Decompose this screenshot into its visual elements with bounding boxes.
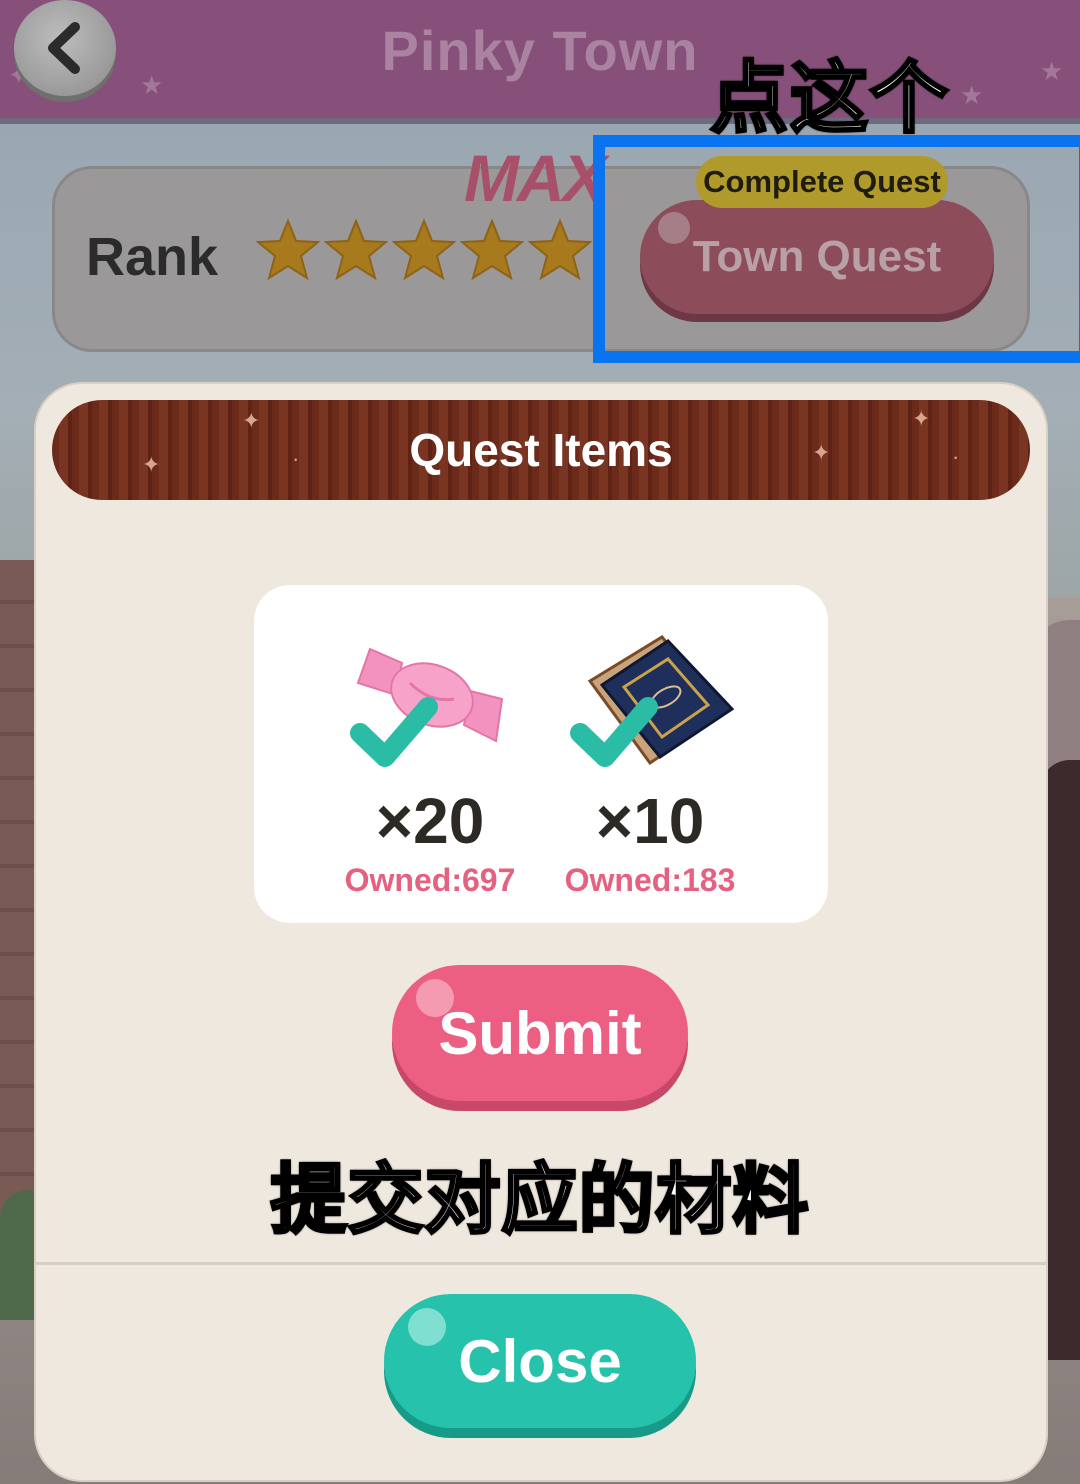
dialog-header: ✦ · ✦ ✦ ✦ · Quest Items: [52, 400, 1030, 500]
button-shine: [416, 979, 454, 1017]
annotation-highlight-box: [593, 135, 1080, 363]
quest-items-box: ×20 Owned:697 ×10 Owned:183: [254, 585, 828, 923]
sparkle-icon: ·: [952, 444, 960, 469]
star-icon: [460, 218, 524, 281]
close-button[interactable]: Close: [384, 1294, 696, 1428]
star-icon: [256, 218, 320, 281]
sparkle-icon: ·: [292, 446, 300, 471]
max-rank-label: MAX: [464, 141, 607, 215]
annotation-click-here: 点这个: [708, 53, 951, 144]
item-owned-count: Owned:697: [344, 862, 516, 898]
pink-candy-icon: [350, 647, 504, 767]
chevron-left-icon: [48, 22, 80, 74]
close-label: Close: [458, 1327, 622, 1395]
dialog-divider: [36, 1262, 1046, 1265]
sparkle-icon: ✦: [242, 408, 261, 433]
item-quantity: ×20: [375, 785, 485, 857]
item-quantity: ×10: [595, 785, 705, 857]
submit-label: Submit: [438, 999, 642, 1067]
star-icon: [528, 218, 592, 281]
sparkle-icon: ✦: [912, 406, 931, 431]
sparkle-icon: ★: [960, 80, 984, 110]
submit-button[interactable]: Submit: [392, 965, 688, 1101]
rank-stars: [256, 218, 592, 282]
star-icon: [324, 218, 388, 281]
quest-item: ×10 Owned:183: [550, 633, 750, 899]
star-icon: [392, 218, 456, 281]
back-button[interactable]: [14, 0, 116, 96]
dialog-title: Quest Items: [409, 424, 673, 476]
rank-label: Rank: [86, 227, 219, 287]
item-owned-count: Owned:183: [564, 862, 736, 898]
sparkle-icon: ✦: [142, 452, 161, 477]
sparkle-icon: ✦: [812, 440, 831, 465]
annotation-submit-materials: 提交对应的材料: [269, 1157, 810, 1245]
quest-item: ×20 Owned:697: [330, 633, 530, 899]
blue-book-icon: [570, 635, 735, 767]
button-shine: [408, 1308, 446, 1346]
